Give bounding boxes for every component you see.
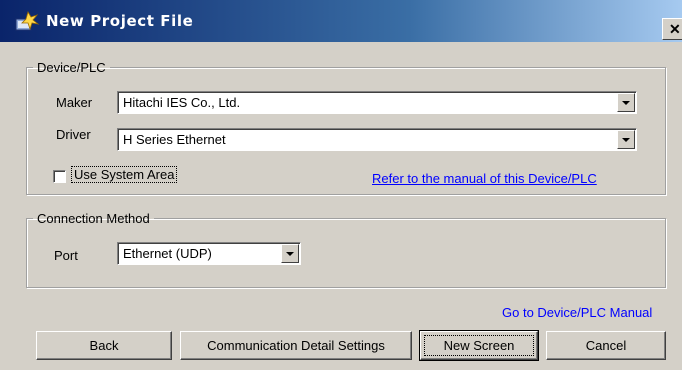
port-label: Port bbox=[54, 248, 78, 263]
close-button[interactable]: ✕ bbox=[662, 18, 682, 40]
device-manual-link[interactable]: Refer to the manual of this Device/PLC bbox=[372, 171, 597, 186]
driver-label: Driver bbox=[56, 127, 91, 142]
communication-detail-settings-label: Communication Detail Settings bbox=[207, 338, 385, 353]
driver-dropdown[interactable]: H Series Ethernet bbox=[117, 128, 637, 151]
connection-method-group-label: Connection Method bbox=[37, 211, 150, 226]
maker-label: Maker bbox=[56, 95, 93, 110]
new-project-icon bbox=[14, 10, 40, 32]
go-to-manual-link[interactable]: Go to Device/PLC Manual bbox=[502, 305, 652, 320]
back-button-label: Back bbox=[89, 338, 119, 353]
use-system-area-checkbox[interactable] bbox=[53, 170, 66, 183]
title-bar[interactable]: New Project File ✕ bbox=[0, 0, 682, 42]
driver-value: H Series Ethernet bbox=[123, 132, 226, 147]
port-dropdown-button[interactable] bbox=[281, 244, 299, 263]
device-plc-group-label: Device/PLC bbox=[37, 60, 106, 75]
chevron-down-icon bbox=[286, 252, 294, 256]
maker-dropdown-button[interactable] bbox=[617, 93, 635, 112]
dialog-title: New Project File bbox=[46, 12, 194, 30]
chevron-down-icon bbox=[622, 101, 630, 105]
cancel-button[interactable]: Cancel bbox=[546, 331, 666, 360]
port-value: Ethernet (UDP) bbox=[123, 246, 212, 261]
driver-dropdown-button[interactable] bbox=[617, 130, 635, 149]
chevron-down-icon bbox=[622, 138, 630, 142]
use-system-area-label[interactable]: Use System Area bbox=[70, 166, 178, 183]
communication-detail-settings-button[interactable]: Communication Detail Settings bbox=[180, 331, 412, 360]
new-screen-button[interactable]: New Screen bbox=[419, 330, 539, 361]
close-icon: ✕ bbox=[669, 21, 681, 37]
maker-dropdown[interactable]: Hitachi IES Co., Ltd. bbox=[117, 91, 637, 114]
maker-value: Hitachi IES Co., Ltd. bbox=[123, 95, 241, 110]
back-button[interactable]: Back bbox=[36, 331, 172, 360]
cancel-button-label: Cancel bbox=[585, 338, 627, 353]
port-dropdown[interactable]: Ethernet (UDP) bbox=[117, 242, 301, 265]
focus-rect bbox=[424, 335, 534, 356]
new-project-dialog: New Project File ✕ Device/PLC Maker Hita… bbox=[0, 0, 682, 370]
